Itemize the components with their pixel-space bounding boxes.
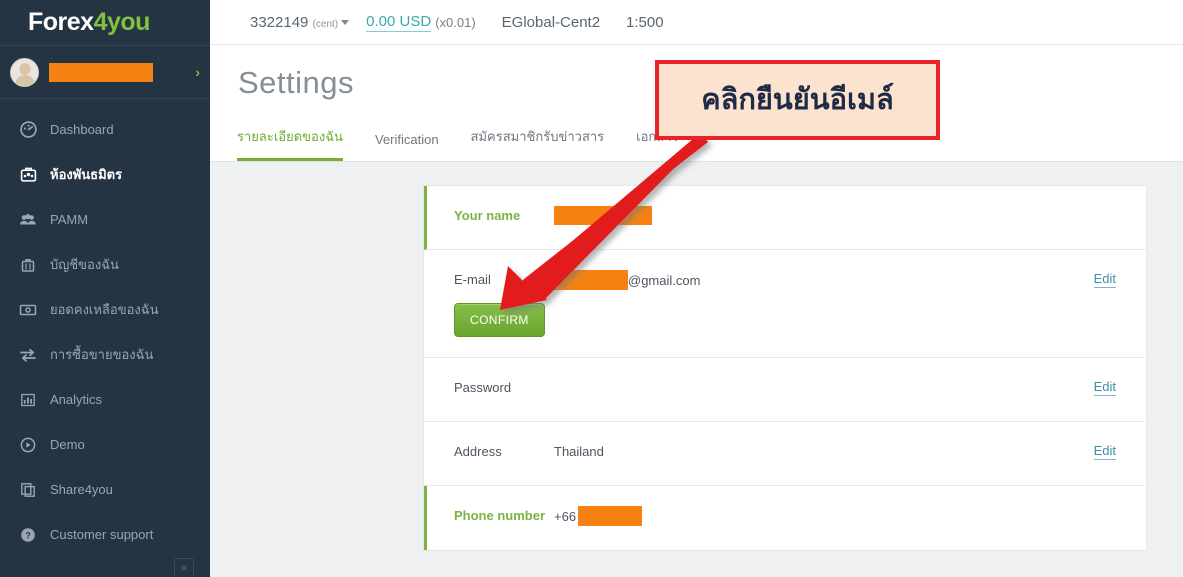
annotation-box: คลิกยืนยันอีเมล์ xyxy=(655,60,940,140)
account-balance[interactable]: 0.00 USD xyxy=(366,13,432,32)
play-circle-icon xyxy=(18,436,38,454)
server-name: EGlobal-Cent2 xyxy=(501,13,601,31)
tab-newsletter[interactable]: สมัครสมาชิกรับข่าวสาร xyxy=(471,126,605,161)
email-value: @gmail.com xyxy=(554,270,700,290)
help-circle-icon: ? xyxy=(18,526,38,544)
email-domain: @gmail.com xyxy=(628,272,701,288)
phone-redaction xyxy=(578,506,643,526)
sidebar-item-my-trading[interactable]: การซื้อขายของฉัน xyxy=(0,332,210,377)
password-edit-link[interactable]: Edit xyxy=(1093,379,1116,396)
confirm-email-button[interactable]: CONFIRM xyxy=(454,303,545,337)
sidebar-item-my-accounts[interactable]: บัญชีของฉัน xyxy=(0,242,210,287)
money-icon xyxy=(18,301,38,319)
sidebar-item-customer-support[interactable]: ? Customer support xyxy=(0,512,210,557)
table-row: Your name xyxy=(424,186,1146,250)
sidebar-nav: Dashboard ห้องพันธมิตร PAMM บัญชีของฉัน … xyxy=(0,99,210,557)
tab-bar: รายละเอียดของฉัน Verification สมัครสมาชิ… xyxy=(237,126,711,161)
address-value: Thailand xyxy=(554,444,604,459)
annotation-text: คลิกยืนยันอีเมล์ xyxy=(701,83,894,116)
avatar-body xyxy=(14,74,35,86)
svg-text:?: ? xyxy=(25,530,31,540)
copy-icon xyxy=(18,481,38,499)
phone-value: +66 xyxy=(554,506,643,526)
transfer-icon xyxy=(18,346,38,364)
briefcase-icon xyxy=(18,256,38,274)
password-label: Password xyxy=(454,380,512,395)
phone-label: Phone number xyxy=(454,508,546,523)
sidebar-item-demo[interactable]: Demo xyxy=(0,422,210,467)
tab-verification[interactable]: Verification xyxy=(375,132,439,161)
avatar xyxy=(10,57,39,87)
sidebar-item-label: Analytics xyxy=(50,392,103,407)
app-window: Forex4you › Dashboard ห้องพันธมิตร PAMM … xyxy=(0,0,1183,577)
address-label: Address xyxy=(454,444,502,459)
email-label: E-mail xyxy=(454,272,491,287)
table-row: Phone number +66 xyxy=(424,486,1146,550)
tab-my-details[interactable]: รายละเอียดของฉัน xyxy=(237,126,343,161)
sidebar-user-row[interactable]: › xyxy=(0,46,210,98)
sidebar-item-label: ยอดคงเหลือของฉัน xyxy=(50,302,159,317)
email-redaction xyxy=(554,270,628,290)
chevron-right-icon[interactable]: › xyxy=(195,65,200,79)
avatar-head xyxy=(19,62,30,75)
sidebar-item-label: PAMM xyxy=(50,212,89,227)
table-row: Password Edit xyxy=(424,358,1146,422)
table-row: E-mail @gmail.com Edit CONFIRM xyxy=(424,250,1146,358)
sidebar-item-my-balance[interactable]: ยอดคงเหลือของฉัน xyxy=(0,287,210,332)
page-title: Settings xyxy=(238,65,355,100)
sidebar-item-share4you[interactable]: Share4you xyxy=(0,467,210,512)
sidebar-item-label: Demo xyxy=(50,437,85,452)
sidebar-item-label: ห้องพันธมิตร xyxy=(50,167,123,182)
sidebar-item-dashboard[interactable]: Dashboard xyxy=(0,107,210,152)
settings-card: Your name E-mail @gmail.com Edit CONFIRM xyxy=(423,185,1147,551)
sidebar-item-label: บัญชีของฉัน xyxy=(50,257,119,272)
sidebar-item-label: Customer support xyxy=(50,527,154,542)
your-name-value xyxy=(554,206,652,225)
sidebar-item-label: Dashboard xyxy=(50,122,114,137)
pamm-icon xyxy=(18,211,38,229)
brand-text-b: 4you xyxy=(93,8,151,36)
phone-prefix: +66 xyxy=(554,508,577,524)
partners-room-icon xyxy=(18,166,38,184)
sidebar-item-label: การซื้อขายของฉัน xyxy=(50,347,154,362)
sidebar-item-partners-room[interactable]: ห้องพันธมิตร xyxy=(0,152,210,197)
table-row: Address Thailand Edit xyxy=(424,422,1146,486)
sidebar-item-analytics[interactable]: Analytics xyxy=(0,377,210,422)
sidebar: Forex4you › Dashboard ห้องพันธมิตร PAMM … xyxy=(0,0,210,577)
sidebar-collapse-button[interactable]: « xyxy=(174,558,194,577)
your-name-redaction xyxy=(554,206,652,225)
brand-text-a: Forex xyxy=(28,8,94,36)
bar-chart-icon xyxy=(18,391,38,409)
email-edit-link[interactable]: Edit xyxy=(1093,271,1116,288)
sidebar-item-pamm[interactable]: PAMM xyxy=(0,197,210,242)
account-unit: (cent) xyxy=(312,18,339,30)
your-name-label: Your name xyxy=(454,208,521,223)
account-selector[interactable]: 3322149 (cent) xyxy=(250,13,350,31)
sidebar-item-label: Share4you xyxy=(50,482,113,497)
leverage-value: 1:500 xyxy=(626,13,664,31)
chevron-down-icon[interactable] xyxy=(341,20,350,26)
topbar: 3322149 (cent) 0.00 USD (x0.01) EGlobal-… xyxy=(210,0,1183,45)
account-number: 3322149 xyxy=(250,13,309,31)
user-name-redaction xyxy=(49,62,153,82)
brand-logo-text: Forex4you xyxy=(28,10,150,35)
dashboard-icon xyxy=(18,121,38,139)
confirm-button-wrap: CONFIRM xyxy=(454,290,1146,337)
balance-multiplier: (x0.01) xyxy=(435,14,476,30)
brand-logo[interactable]: Forex4you xyxy=(0,0,210,45)
address-edit-link[interactable]: Edit xyxy=(1093,443,1116,460)
